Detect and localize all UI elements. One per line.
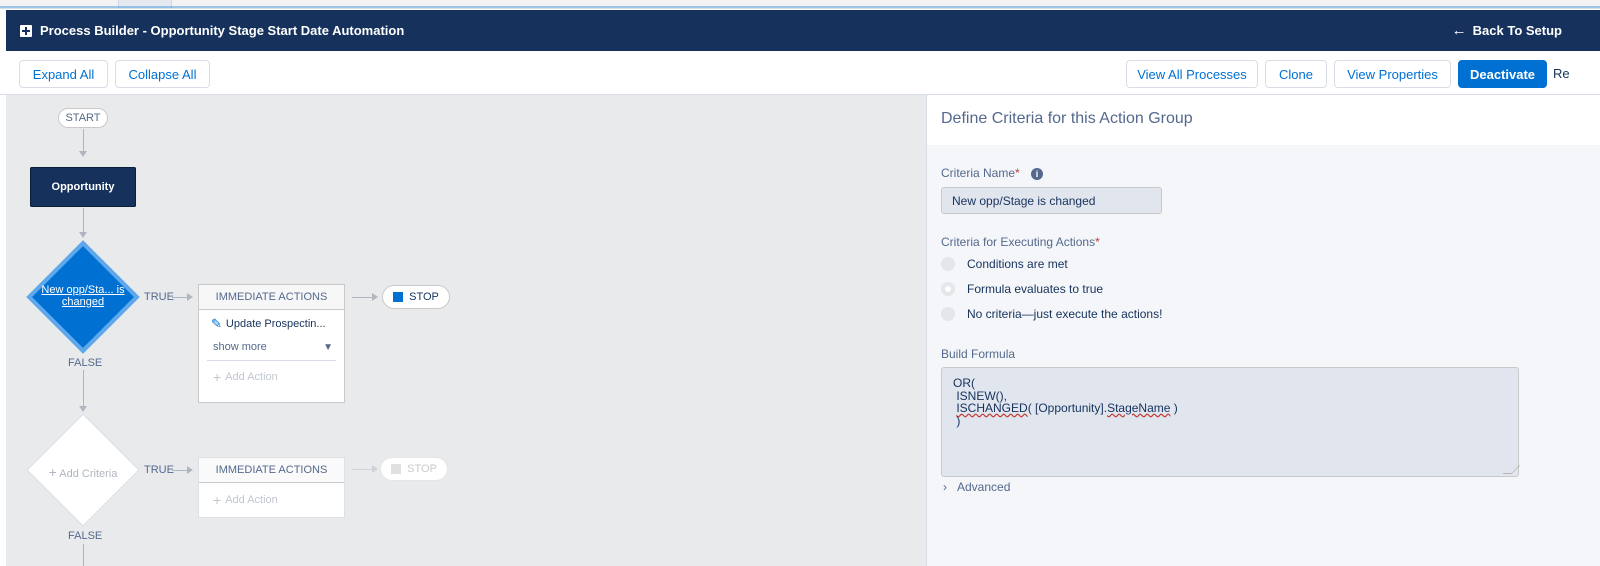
radio-button[interactable] [941, 307, 955, 321]
criteria-name-label-row: Criteria Name* i [941, 166, 1044, 180]
connector-arrow [187, 293, 193, 301]
connector-arrow [79, 151, 87, 157]
immediate-actions-box-2: IMMEDIATE ACTIONS + Add Action [198, 457, 345, 518]
deactivate-button[interactable]: Deactivate [1458, 60, 1547, 88]
radio-button[interactable] [941, 257, 955, 271]
true-label-1: TRUE [144, 291, 174, 303]
process-canvas: START Opportunity New opp/Sta... is chan… [6, 95, 926, 566]
radio-no-criteria[interactable]: No criteria—just execute the actions! [941, 307, 1162, 321]
criteria-panel: Define Criteria for this Action Group Cr… [926, 95, 1600, 566]
false-label-2: FALSE [68, 530, 103, 542]
stop-node-1: STOP [382, 285, 450, 309]
divider [207, 360, 336, 361]
required-marker: * [1015, 166, 1020, 180]
stop-label: STOP [409, 291, 439, 303]
advanced-label: Advanced [957, 480, 1011, 494]
false-label-1: FALSE [68, 357, 103, 369]
toolbar: Expand All Collapse All View All Process… [0, 52, 1600, 95]
formula-editor[interactable]: OR( ISNEW(), ISCHANGED( [Opportunity].St… [941, 367, 1521, 477]
connector-arrow [372, 465, 378, 473]
tab-strip-accent [0, 6, 1600, 8]
formula-text: ( [Opportunity]. [1027, 401, 1108, 415]
criteria-name-field[interactable]: New opp/Stage is changed [941, 187, 1162, 214]
pencil-icon: ✎ [211, 316, 222, 331]
action-item-label: Update Prospectin... [225, 318, 326, 330]
radio-conditions-met[interactable]: Conditions are met [941, 257, 1068, 271]
start-node: START [58, 108, 108, 128]
formula-line: ) [953, 413, 961, 428]
arrow-left-icon: ← [1451, 22, 1467, 39]
immediate-actions-header: IMMEDIATE ACTIONS [199, 458, 344, 483]
add-criteria-label: Add Criteria [59, 468, 118, 480]
radio-formula-true[interactable]: Formula evaluates to true [941, 282, 1103, 296]
clone-button[interactable]: Clone [1265, 60, 1327, 88]
view-properties-button[interactable]: View Properties [1334, 60, 1451, 88]
add-action-label: Add Action [225, 371, 278, 383]
browser-tab-strip [0, 0, 1600, 9]
process-builder-icon [20, 24, 32, 37]
plus-icon: + [48, 464, 57, 480]
radio-label: Conditions are met [967, 257, 1068, 271]
formula-field: StageName [1107, 401, 1171, 415]
connector [83, 544, 84, 566]
true-label-2: TRUE [144, 464, 174, 476]
plus-icon: + [213, 369, 222, 385]
execute-label-row: Criteria for Executing Actions* [941, 235, 1100, 249]
advanced-toggle[interactable]: › Advanced [943, 480, 1010, 494]
connector-arrow [187, 466, 193, 474]
truncated-toolbar-text[interactable]: Re [1553, 66, 1570, 81]
connector-arrow [372, 293, 378, 301]
connector [352, 297, 372, 298]
radio-button-selected[interactable] [941, 282, 955, 296]
add-action-button-2[interactable]: + Add Action [213, 492, 278, 508]
stop-node-2: STOP [380, 457, 448, 481]
stop-icon [393, 292, 404, 302]
connector [172, 470, 188, 471]
collapse-all-button[interactable]: Collapse All [115, 60, 210, 88]
connector [83, 370, 84, 406]
radio-label: No criteria—just execute the actions! [967, 307, 1163, 321]
immediate-actions-box-1: IMMEDIATE ACTIONS ✎ Update Prospectin...… [198, 284, 345, 403]
expand-all-button[interactable]: Expand All [19, 60, 108, 88]
back-to-setup-link[interactable]: ← Back To Setup [1452, 22, 1562, 39]
view-all-processes-button[interactable]: View All Processes [1126, 60, 1258, 88]
connector [83, 208, 84, 233]
criteria-node-1-label[interactable]: New opp/Sta... is changed [36, 284, 130, 308]
add-action-button-1[interactable]: + Add Action [213, 369, 278, 385]
info-icon[interactable]: i [1031, 168, 1044, 180]
show-more-label: show more [213, 341, 267, 353]
add-criteria-button[interactable]: + Add Criteria [36, 464, 130, 480]
immediate-actions-header: IMMEDIATE ACTIONS [199, 285, 344, 310]
formula-function: ISCHANGED [956, 401, 1028, 415]
connector [83, 129, 84, 151]
formula-text: ) [1170, 401, 1178, 415]
connector-arrow [79, 406, 87, 412]
plus-icon: + [213, 492, 222, 508]
connector [172, 297, 188, 298]
page-title: Process Builder - Opportunity Stage Star… [40, 23, 405, 38]
required-marker: * [1095, 235, 1100, 249]
connector [352, 469, 372, 470]
stop-icon [391, 464, 402, 474]
show-more-toggle[interactable]: show more ▼ [213, 341, 333, 353]
connector-arrow [79, 232, 87, 238]
stop-label: STOP [407, 463, 437, 475]
resize-handle[interactable] [1502, 465, 1521, 474]
chevron-down-icon: ▼ [323, 341, 333, 353]
criteria-name-label: Criteria Name [941, 166, 1016, 180]
app-header: Process Builder - Opportunity Stage Star… [6, 10, 1600, 51]
radio-label: Formula evaluates to true [967, 282, 1104, 296]
build-formula-label: Build Formula [941, 347, 1016, 361]
object-node[interactable]: Opportunity [30, 167, 136, 207]
chevron-right-icon: › [943, 480, 947, 494]
execute-label: Criteria for Executing Actions [941, 235, 1096, 249]
add-action-label: Add Action [225, 494, 278, 506]
action-item[interactable]: ✎ Update Prospectin... [211, 316, 326, 332]
panel-title: Define Criteria for this Action Group [941, 110, 1193, 127]
back-to-setup-label: Back To Setup [1472, 23, 1562, 38]
